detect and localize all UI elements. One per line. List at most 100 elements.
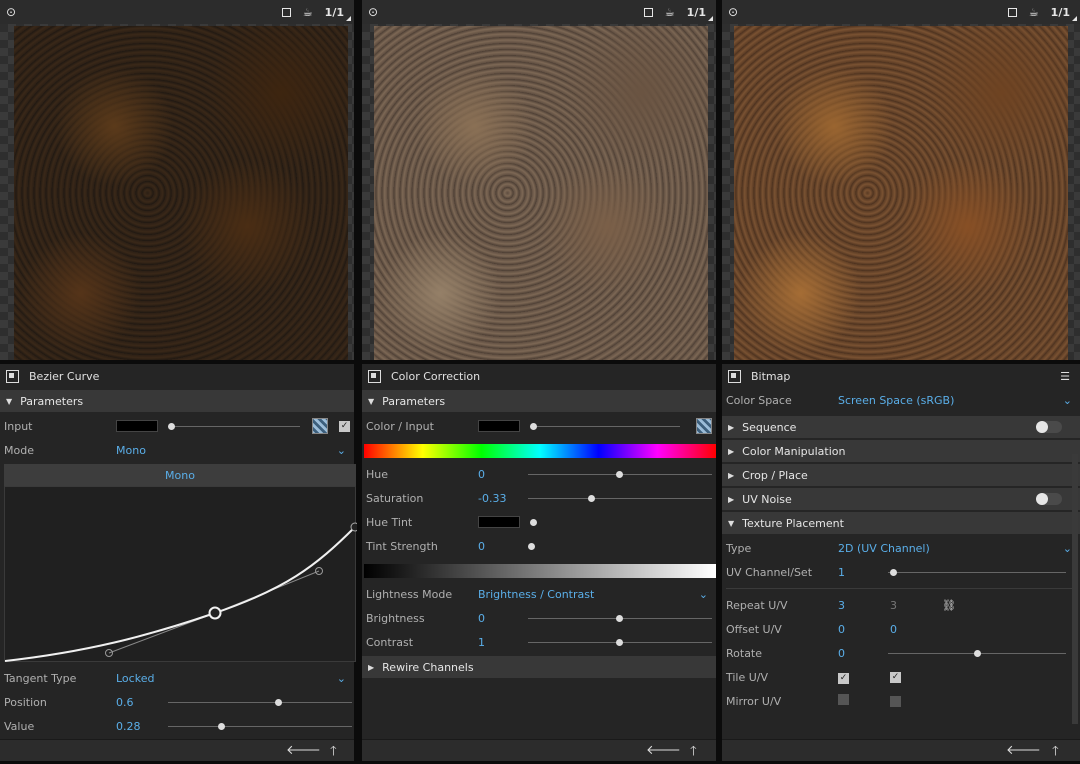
position-slider[interactable]	[168, 699, 352, 706]
chevron-down-icon[interactable]: ⌄	[337, 672, 346, 685]
uv-channel-value[interactable]: 1	[838, 566, 845, 579]
tint-strength-value[interactable]: 0	[478, 540, 485, 553]
color-input-slider[interactable]	[530, 423, 680, 430]
mirror-v-checkbox[interactable]	[890, 695, 901, 707]
rotate-label: Rotate	[726, 646, 763, 660]
bottom-bar: 🡐 🡑	[0, 739, 354, 761]
mode-dropdown[interactable]: Mono	[116, 444, 146, 457]
sequence-section[interactable]: ▶ Sequence	[722, 416, 1080, 438]
input-enable-checkbox[interactable]: ✓	[339, 420, 350, 432]
texture-preview	[374, 26, 708, 360]
chevron-down-icon[interactable]: ⌄	[337, 444, 346, 457]
tile-v-checkbox[interactable]: ✓	[890, 671, 901, 683]
contrast-label: Contrast	[366, 635, 414, 649]
saturation-value[interactable]: -0.33	[478, 492, 506, 505]
node-icon	[6, 369, 19, 383]
panel-title: Color Correction	[391, 369, 481, 383]
curve-graph[interactable]	[5, 487, 357, 663]
parameters-section[interactable]: ▼ Parameters	[362, 390, 716, 412]
zoom-ratio[interactable]: 1/1	[325, 6, 352, 21]
panel-header: Bezier Curve	[0, 364, 354, 388]
lightness-mode-dropdown[interactable]: Brightness / Contrast	[478, 588, 594, 601]
uv-noise-section[interactable]: ▶ UV Noise	[722, 488, 1080, 510]
triangle-down-icon: ▼	[368, 396, 375, 406]
crop-place-section[interactable]: ▶ Crop / Place	[722, 464, 1080, 486]
section-label: Rewire Channels	[382, 660, 474, 674]
chevron-down-icon[interactable]: ⌄	[1063, 394, 1072, 407]
triangle-right-icon: ▶	[728, 494, 735, 504]
type-dropdown[interactable]: 2D (UV Channel)	[838, 542, 930, 555]
zoom-ratio[interactable]: 1/1	[687, 6, 714, 21]
color-manipulation-section[interactable]: ▶ Color Manipulation	[722, 440, 1080, 462]
tangent-dropdown[interactable]: Locked	[116, 672, 154, 685]
rotate-slider[interactable]	[888, 650, 1066, 657]
arrow-left-icon[interactable]: 🡐	[1006, 742, 1041, 758]
input-swatch[interactable]	[116, 420, 158, 432]
eye-icon[interactable]: ⊙	[368, 5, 378, 19]
frame-icon[interactable]	[643, 7, 653, 17]
repeat-u-value[interactable]: 3	[838, 599, 890, 612]
tile-u-checkbox[interactable]: ✓	[838, 673, 849, 684]
viewport-3[interactable]: ⊙ ☕ 1/1	[722, 0, 1080, 360]
brightness-slider[interactable]	[528, 615, 712, 622]
sequence-toggle[interactable]	[1036, 421, 1062, 433]
hue-label: Hue	[366, 467, 389, 481]
eye-icon[interactable]: ⊙	[6, 5, 16, 19]
uv-channel-slider[interactable]	[888, 569, 1066, 576]
hue-value[interactable]: 0	[478, 468, 485, 481]
input-slider[interactable]	[168, 423, 300, 430]
contrast-slider[interactable]	[528, 639, 712, 646]
curve-point-end	[350, 522, 357, 532]
scrollbar[interactable]	[1072, 454, 1078, 724]
rewire-channels-section[interactable]: ▶ Rewire Channels	[362, 656, 716, 678]
hue-gradient-bar	[364, 444, 716, 458]
eye-icon[interactable]: ⊙	[728, 5, 738, 19]
teapot-icon[interactable]: ☕	[1029, 6, 1039, 19]
frame-icon[interactable]	[281, 7, 291, 17]
color-space-dropdown[interactable]: Screen Space (sRGB)	[838, 394, 954, 407]
teapot-icon[interactable]: ☕	[303, 6, 313, 19]
tangent-label: Tangent Type	[4, 671, 77, 685]
parameters-section[interactable]: ▼ Parameters	[0, 390, 354, 412]
rotate-value[interactable]: 0	[838, 647, 845, 660]
chevron-down-icon[interactable]: ⌄	[1063, 542, 1072, 555]
link-icon[interactable]: ⛓	[942, 599, 956, 612]
contrast-value[interactable]: 1	[478, 636, 485, 649]
arrow-left-icon[interactable]: 🡐	[646, 742, 681, 758]
repeat-label: Repeat U/V	[726, 598, 788, 612]
texture-map-icon[interactable]	[696, 418, 712, 434]
mirror-u-checkbox[interactable]	[838, 694, 849, 705]
hue-slider[interactable]	[528, 471, 712, 478]
viewport-1[interactable]: ⊙ ☕ 1/1	[0, 0, 354, 360]
bitmap-column: ⊙ ☕ 1/1 Bitmap ☰ Color Space Screen Space…	[722, 0, 1080, 761]
teapot-icon[interactable]: ☕	[665, 6, 675, 19]
bottom-bar: 🡐 🡑	[362, 739, 716, 761]
texture-map-icon[interactable]	[312, 418, 328, 434]
chevron-down-icon[interactable]: ⌄	[699, 588, 708, 601]
texture-placement-section[interactable]: ▼ Texture Placement	[722, 512, 1080, 534]
value-value[interactable]: 0.28	[116, 720, 141, 733]
hue-tint-swatch[interactable]	[478, 516, 520, 528]
triangle-right-icon: ▶	[728, 470, 735, 480]
tint-strength-slider[interactable]	[528, 543, 712, 550]
frame-icon[interactable]	[1007, 7, 1017, 17]
saturation-slider[interactable]	[528, 495, 712, 502]
value-slider[interactable]	[168, 723, 352, 730]
color-input-swatch[interactable]	[478, 420, 520, 432]
uv-noise-toggle[interactable]	[1036, 493, 1062, 505]
position-value[interactable]: 0.6	[116, 696, 134, 709]
bezier-column: ⊙ ☕ 1/1 Bezier Curve ▼ Parameters Input ✓…	[0, 0, 357, 761]
hue-tint-slider[interactable]	[530, 519, 710, 526]
arrow-left-icon[interactable]: 🡐	[286, 742, 321, 758]
repeat-v-value[interactable]: 3	[890, 599, 942, 612]
brightness-value[interactable]: 0	[478, 612, 485, 625]
curve-editor[interactable]	[4, 486, 357, 663]
curve-channel-header[interactable]: Mono	[4, 464, 356, 486]
offset-v-value[interactable]: 0	[890, 623, 897, 636]
zoom-ratio[interactable]: 1/1	[1051, 6, 1078, 21]
settings-sliders-icon[interactable]: ☰	[1060, 370, 1070, 383]
offset-u-value[interactable]: 0	[838, 623, 890, 636]
section-label: Parameters	[382, 394, 446, 408]
color-space-label: Color Space	[726, 393, 792, 407]
viewport-2[interactable]: ⊙ ☕ 1/1	[362, 0, 716, 360]
